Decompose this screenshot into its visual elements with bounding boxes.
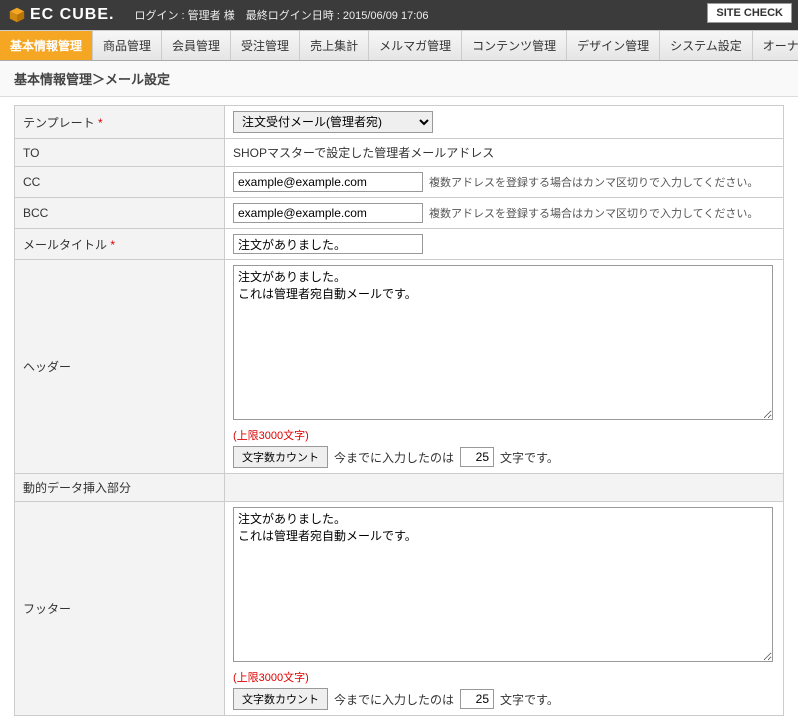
logo-text: EC CUBE <box>30 6 109 24</box>
cc-label: CC <box>15 167 225 198</box>
cc-input[interactable] <box>233 172 423 192</box>
bcc-label: BCC <box>15 198 225 229</box>
dynamic-section-label: 動的データ挿入部分 <box>15 474 225 502</box>
nav-item-3[interactable]: 受注管理 <box>231 31 300 60</box>
nav-item-6[interactable]: コンテンツ管理 <box>462 31 567 60</box>
footer-limit: (上限3000文字) <box>233 669 775 685</box>
login-info: ログイン : 管理者 様 最終ログイン日時 : 2015/06/09 17:06 <box>134 7 428 23</box>
footer-count-value[interactable] <box>460 689 494 709</box>
cube-icon <box>8 6 26 24</box>
template-select[interactable]: 注文受付メール(管理者宛) <box>233 111 433 133</box>
top-bar: EC CUBE. ログイン : 管理者 様 最終ログイン日時 : 2015/06… <box>0 0 798 30</box>
main-nav: 基本情報管理商品管理会員管理受注管理売上集計メルマガ管理コンテンツ管理デザイン管… <box>0 30 798 61</box>
nav-item-2[interactable]: 会員管理 <box>162 31 231 60</box>
nav-item-7[interactable]: デザイン管理 <box>567 31 660 60</box>
header-count-suffix: 文字です。 <box>500 449 559 466</box>
footer-textarea[interactable] <box>233 507 773 662</box>
form-area: テンプレート * 注文受付メール(管理者宛) TO SHOPマスターで設定した管… <box>0 97 798 724</box>
bcc-hint: 複数アドレスを登録する場合はカンマ区切りで入力してください。 <box>429 208 758 220</box>
logo: EC CUBE. <box>8 6 114 24</box>
footer-count-suffix: 文字です。 <box>500 691 559 708</box>
cc-hint: 複数アドレスを登録する場合はカンマ区切りで入力してください。 <box>429 177 758 189</box>
to-value: SHOPマスターで設定した管理者メールアドレス <box>225 139 784 167</box>
template-label: テンプレート * <box>15 106 225 139</box>
footer-count-button[interactable]: 文字数カウント <box>233 688 328 710</box>
footer-count-prefix: 今までに入力したのは <box>334 691 454 708</box>
to-label: TO <box>15 139 225 167</box>
header-textarea[interactable] <box>233 265 773 420</box>
header-limit: (上限3000文字) <box>233 427 775 443</box>
nav-item-9[interactable]: オーナーズストア <box>753 31 798 60</box>
site-check-button[interactable]: SITE CHECK <box>707 3 792 23</box>
mail-settings-table: テンプレート * 注文受付メール(管理者宛) TO SHOPマスターで設定した管… <box>14 105 784 716</box>
header-label: ヘッダー <box>15 260 225 474</box>
header-count-button[interactable]: 文字数カウント <box>233 446 328 468</box>
breadcrumb: 基本情報管理＞メール設定 <box>0 61 798 97</box>
nav-item-0[interactable]: 基本情報管理 <box>0 31 93 60</box>
bcc-input[interactable] <box>233 203 423 223</box>
mailtitle-label: メールタイトル * <box>15 229 225 260</box>
nav-item-8[interactable]: システム設定 <box>660 31 753 60</box>
header-count-value[interactable] <box>460 447 494 467</box>
header-count-prefix: 今までに入力したのは <box>334 449 454 466</box>
nav-item-5[interactable]: メルマガ管理 <box>369 31 462 60</box>
nav-item-4[interactable]: 売上集計 <box>300 31 369 60</box>
mailtitle-input[interactable] <box>233 234 423 254</box>
footer-label: フッター <box>15 502 225 716</box>
nav-item-1[interactable]: 商品管理 <box>93 31 162 60</box>
